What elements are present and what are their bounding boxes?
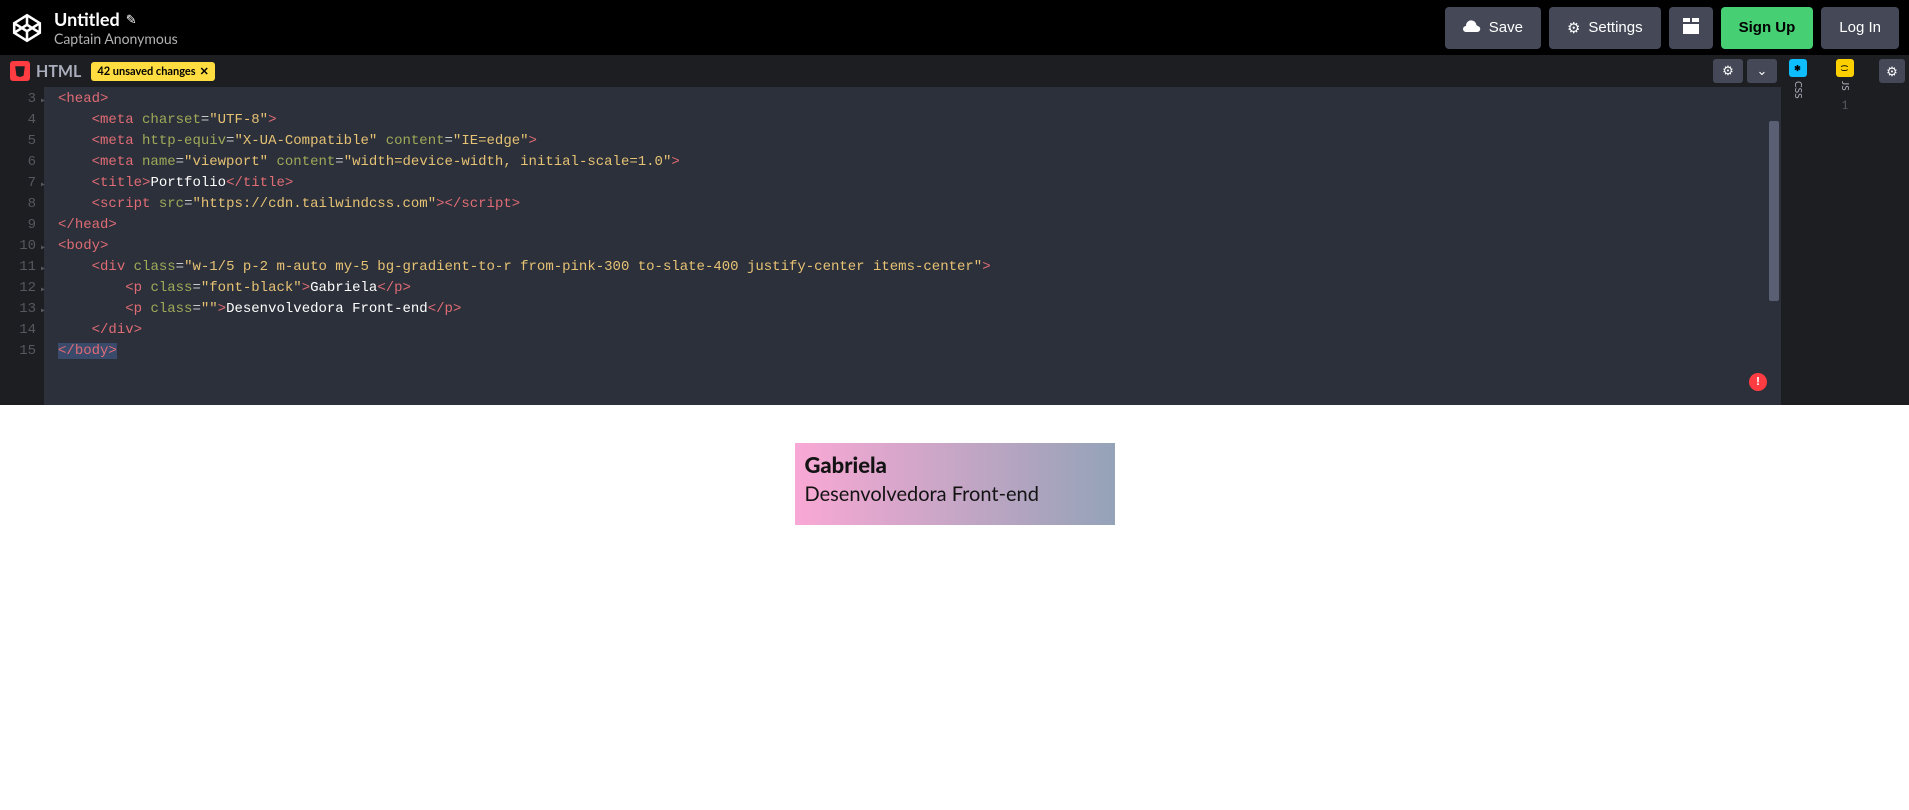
- editor-panels: HTML 42 unsaved changes ✕ ⚙ ⌄ 3▸ 4 5 6 7…: [0, 55, 1909, 405]
- css-panel-collapsed[interactable]: ✱ CSS: [1781, 55, 1815, 405]
- chevron-down-icon: ⌄: [1757, 63, 1768, 79]
- edit-title-icon[interactable]: ✎: [126, 11, 137, 28]
- save-label: Save: [1489, 19, 1523, 36]
- logo-area: Untitled ✎ Captain Anonymous: [10, 8, 178, 47]
- header: Untitled ✎ Captain Anonymous Save ⚙ Sett…: [0, 0, 1909, 55]
- panel-settings-button[interactable]: ⚙: [1713, 59, 1743, 83]
- save-button[interactable]: Save: [1445, 7, 1541, 49]
- gear-icon: ⚙: [1567, 19, 1580, 37]
- code-content[interactable]: <head> <meta charset="UTF-8"> <meta http…: [44, 87, 1781, 405]
- header-buttons: Save ⚙ Settings Sign Up Log In: [1445, 7, 1899, 49]
- scrollbar-vertical[interactable]: [1767, 119, 1781, 405]
- layout-icon: [1683, 18, 1699, 38]
- js-panel-collapsed[interactable]: ( ) JS 1: [1815, 55, 1875, 405]
- settings-label: Settings: [1588, 19, 1642, 36]
- panel-settings-button[interactable]: ⚙: [1879, 59, 1905, 83]
- codepen-logo[interactable]: [10, 11, 44, 45]
- html-panel: HTML 42 unsaved changes ✕ ⚙ ⌄ 3▸ 4 5 6 7…: [0, 55, 1781, 405]
- html-panel-title: HTML: [36, 62, 81, 81]
- html-badge-icon: [10, 61, 30, 81]
- preview-card: Gabriela Desenvolvedora Front-end: [795, 443, 1115, 525]
- js-label: JS: [1839, 81, 1851, 91]
- line-gutter: 3▸ 4 5 6 7▸ 8 9 10▸ 11▸ 12▸ 13▸ 14 15: [0, 87, 44, 405]
- cloud-icon: [1463, 19, 1481, 37]
- pen-title[interactable]: Untitled: [54, 8, 120, 30]
- css-label: CSS: [1792, 81, 1804, 99]
- preview-role: Desenvolvedora Front-end: [805, 482, 1105, 506]
- html-panel-header: HTML 42 unsaved changes ✕ ⚙ ⌄: [0, 55, 1781, 87]
- gear-icon: ⚙: [1722, 63, 1734, 79]
- gear-icon: ⚙: [1886, 63, 1898, 80]
- js-line-number: 1: [1842, 97, 1849, 112]
- unsaved-changes-badge[interactable]: 42 unsaved changes ✕: [91, 62, 214, 81]
- right-controls: ⚙: [1875, 55, 1909, 405]
- error-icon[interactable]: !: [1749, 373, 1767, 391]
- layout-button[interactable]: [1669, 7, 1713, 49]
- preview-pane: Gabriela Desenvolvedora Front-end: [0, 405, 1909, 810]
- settings-button[interactable]: ⚙ Settings: [1549, 7, 1661, 49]
- js-badge-icon: ( ): [1836, 59, 1854, 77]
- login-button[interactable]: Log In: [1821, 7, 1899, 49]
- signup-button[interactable]: Sign Up: [1721, 7, 1814, 49]
- code-editor[interactable]: 3▸ 4 5 6 7▸ 8 9 10▸ 11▸ 12▸ 13▸ 14 15 <h…: [0, 87, 1781, 405]
- author-name[interactable]: Captain Anonymous: [54, 30, 178, 47]
- panel-collapse-button[interactable]: ⌄: [1747, 59, 1777, 83]
- css-badge-icon: ✱: [1789, 59, 1807, 77]
- preview-name: Gabriela: [805, 451, 1105, 478]
- close-icon[interactable]: ✕: [200, 65, 209, 78]
- title-area: Untitled ✎ Captain Anonymous: [54, 8, 178, 47]
